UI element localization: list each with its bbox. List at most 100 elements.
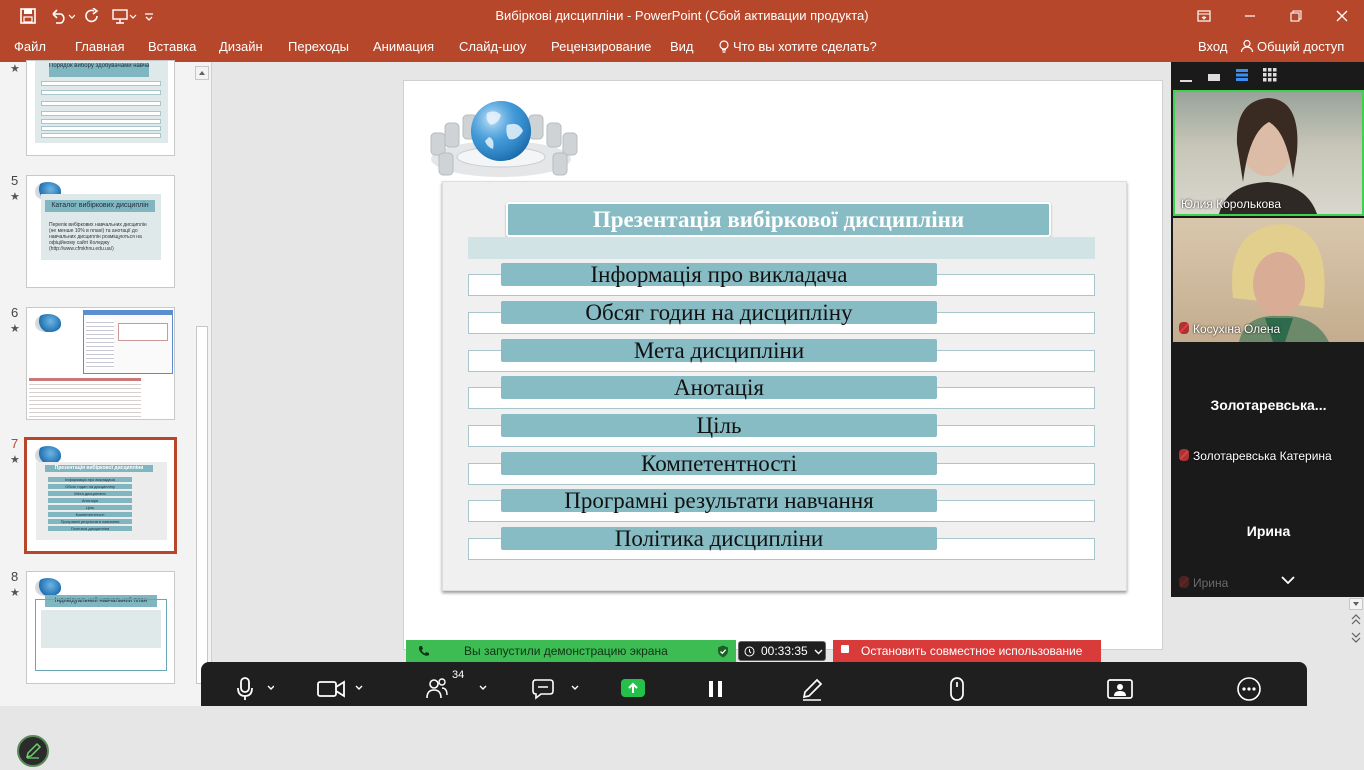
list-item-goal[interactable]: Ціль: [501, 414, 937, 437]
mic-muted-icon: [1179, 322, 1189, 334]
video-tile[interactable]: Косухіна Олена: [1173, 218, 1364, 342]
list-item-learning-outcomes[interactable]: Програмні результати навчання: [501, 489, 937, 512]
minimize-view-icon[interactable]: [1179, 70, 1193, 84]
window-title: Вибіркові дисципліни - PowerPoint (Сбой …: [495, 8, 869, 23]
participants-button[interactable]: 34: [425, 669, 489, 707]
tab-file[interactable]: Файл: [14, 39, 46, 54]
share-button[interactable]: Общий доступ: [1240, 39, 1344, 54]
participant-label: Ирина: [1179, 576, 1228, 590]
slide-canvas[interactable]: Презентація вибіркової дисципліни Інформ…: [403, 80, 1163, 650]
slide-number-7: 7: [11, 436, 19, 451]
stop-share-label: Остановить совместное использование: [861, 644, 1083, 658]
scroll-thumb[interactable]: [196, 326, 208, 684]
list-item-policy[interactable]: Політика дисципліни: [501, 527, 937, 550]
shield-check-icon: [718, 645, 728, 658]
tab-transitions[interactable]: Переходы: [288, 39, 349, 54]
tell-me-search[interactable]: Что вы хотите сделать?: [719, 39, 877, 54]
thumb-title: Каталог вибіркових дисциплін: [45, 200, 155, 212]
previous-slide-icon[interactable]: [1349, 613, 1363, 627]
close-icon[interactable]: [1332, 0, 1352, 32]
tell-me-label: Что вы хотите сделать?: [733, 39, 877, 54]
list-item-annotation[interactable]: Анотація: [501, 376, 937, 399]
slide-number-5: 5: [11, 173, 19, 188]
share-timer[interactable]: 00:33:35: [738, 641, 826, 661]
animation-star-icon: ★: [10, 454, 20, 466]
list-item-hours[interactable]: Обсяг годин на дисципліну: [501, 301, 937, 324]
list-item-teacher-info[interactable]: Інформація про викладача: [501, 263, 937, 286]
speaker-view-icon[interactable]: [1207, 70, 1221, 84]
mouse-icon: [950, 677, 964, 701]
thumb-title: Презентація вибіркової дисципліни: [45, 465, 153, 472]
slide-thumbnail-6[interactable]: [26, 307, 175, 420]
slide-title[interactable]: Презентація вибіркової дисципліни: [506, 202, 1051, 237]
share-label: Общий доступ: [1257, 39, 1345, 54]
pencil-icon: [25, 742, 42, 759]
chat-button[interactable]: [531, 676, 583, 707]
slide-thumbnail-4[interactable]: Порядок вибору здобувачами навчальних ди…: [26, 60, 175, 156]
grid-view-icon[interactable]: [1263, 68, 1277, 82]
slide-thumbnail-5[interactable]: Каталог вибіркових дисциплін Перелік виб…: [26, 175, 175, 288]
video-tile[interactable]: Ирина Ирина: [1173, 470, 1364, 597]
signin-link[interactable]: Вход: [1198, 39, 1227, 54]
person-icon: [1240, 39, 1254, 53]
tab-view[interactable]: Вид: [670, 39, 694, 54]
content-panel: Презентація вибіркової дисципліни Інформ…: [442, 181, 1127, 591]
slide-thumbnail-7[interactable]: Презентація вибіркової дисципліни Інформ…: [24, 437, 177, 554]
video-camera-icon: [317, 680, 363, 698]
slide-thumbnail-pane: ★ Порядок вибору здобувачами навчальних …: [0, 60, 212, 767]
participant-display-name: Золотаревська...: [1210, 397, 1327, 413]
thumb-item: Ціль: [48, 505, 132, 510]
list-item-competences[interactable]: Компетентності: [501, 452, 937, 475]
timer-text: 00:33:35: [761, 644, 808, 658]
strip-view-icon[interactable]: [1235, 68, 1249, 82]
lightbulb-icon: [719, 40, 729, 53]
thumb-screenshot: [83, 310, 173, 374]
tab-slideshow[interactable]: Слайд-шоу: [459, 39, 526, 54]
thumb-item: Обсяг годин на дисципліну: [48, 484, 132, 489]
participant-video: [1219, 98, 1317, 214]
participant-name: Косухіна Олена: [1193, 322, 1281, 336]
stop-share-button[interactable]: Остановить совместное использование: [833, 640, 1101, 662]
remote-control-button[interactable]: [944, 676, 970, 707]
chevron-down-icon[interactable]: [1281, 575, 1295, 585]
tab-design[interactable]: Дизайн: [219, 39, 263, 54]
annotate-button[interactable]: [799, 676, 825, 707]
clock-icon: [744, 646, 755, 657]
phone-icon: [418, 646, 429, 656]
tab-home[interactable]: Главная: [75, 39, 124, 54]
tab-animations[interactable]: Анимация: [373, 39, 434, 54]
pause-share-button[interactable]: [703, 676, 729, 707]
screen-share-banner[interactable]: Вы запустили демонстрацию экрана: [406, 640, 736, 662]
slide-number-6: 6: [11, 305, 19, 320]
thumbnail-scrollbar[interactable]: [195, 66, 209, 684]
chat-icon: [532, 679, 579, 700]
share-screen-button[interactable]: [620, 676, 646, 707]
tab-review[interactable]: Рецензирование: [551, 39, 651, 54]
thumb-item: Політика дисципліни: [48, 526, 132, 531]
ribbon-display-options-icon[interactable]: [1194, 0, 1214, 32]
video-tile[interactable]: Юлия Королькова: [1173, 90, 1364, 216]
scroll-down-arrow-icon[interactable]: [1349, 598, 1363, 610]
mic-muted-icon: [1179, 449, 1189, 461]
microphone-button[interactable]: [234, 676, 275, 707]
thumb-screenshot: [29, 378, 141, 418]
more-options-button[interactable]: [1236, 676, 1262, 707]
participant-name: Ирина: [1193, 576, 1229, 590]
scroll-up-arrow-icon[interactable]: [195, 66, 209, 80]
slide-thumbnail-8[interactable]: Індивідуальний навчальний план: [26, 571, 175, 684]
participant-label: Золотаревська Катерина: [1179, 449, 1332, 463]
restore-icon[interactable]: [1286, 0, 1306, 32]
minimize-icon[interactable]: [1240, 0, 1260, 32]
pen-tool-button[interactable]: [17, 735, 49, 767]
list-item-purpose[interactable]: Мета дисципліни: [501, 339, 937, 362]
stop-square-icon: [841, 645, 849, 653]
video-button[interactable]: [316, 676, 364, 707]
animation-star-icon: ★: [10, 191, 20, 203]
globe-conference-icon: [430, 101, 578, 177]
thumb-panel: [41, 610, 161, 648]
video-tile[interactable]: Золотаревська... Золотаревська Катерина: [1173, 344, 1364, 468]
next-slide-icon[interactable]: [1349, 630, 1363, 644]
new-share-button[interactable]: [1106, 676, 1134, 707]
tab-insert[interactable]: Вставка: [148, 39, 196, 54]
thumb-item: Компетентності: [48, 512, 132, 517]
